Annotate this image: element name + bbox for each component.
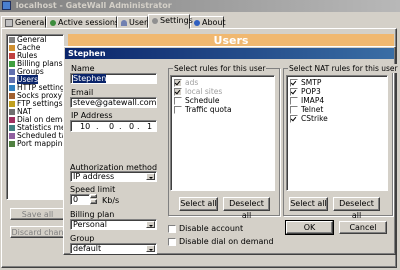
app-icon (2, 1, 11, 10)
rules-list[interactable]: ads local sites Schedule Traffic quota (170, 75, 275, 191)
email-label: Email (71, 88, 94, 97)
name-label: Name (71, 64, 95, 73)
billing-plan-select[interactable]: Personal (70, 219, 157, 230)
rules-group-title: Select rules for this user (173, 64, 267, 73)
save-all-button[interactable]: Save all (10, 208, 65, 220)
rules-select-all-button[interactable]: Select all (179, 197, 218, 211)
chevron-down-icon[interactable] (146, 173, 155, 180)
ftp-icon (9, 101, 15, 107)
billing-plan-label: Billing plan (70, 210, 115, 219)
ip-octet-1: 10 (80, 122, 91, 131)
rule-item[interactable]: Schedule (174, 96, 274, 105)
ip-address-field[interactable]: 10 . 0 . 0 . 1 (70, 120, 157, 132)
checkbox[interactable] (290, 88, 298, 96)
cache-icon (9, 45, 15, 51)
checkbox-box[interactable] (168, 224, 176, 233)
auth-method-select[interactable]: IP address (70, 171, 157, 182)
speed-unit: Kb/s (102, 196, 120, 205)
name-field[interactable]: Stephen (70, 73, 157, 84)
checkbox[interactable] (174, 97, 182, 105)
nat-deselect-all-button[interactable]: Deselect all (333, 197, 380, 220)
checkbox[interactable] (174, 79, 182, 87)
statistics-icon (9, 125, 15, 131)
dialog-title-bar[interactable]: Stephen (65, 48, 394, 59)
sessions-icon (50, 19, 56, 26)
spin-down-icon[interactable] (90, 199, 97, 204)
http-icon (9, 85, 15, 91)
settings-icon (152, 17, 158, 24)
tab-about[interactable]: About (190, 16, 226, 28)
general-icon (5, 18, 13, 27)
ip-separator: . (137, 122, 140, 131)
checkbox[interactable] (290, 115, 298, 123)
speed-limit-stepper[interactable]: 0 (70, 194, 90, 205)
about-icon (194, 19, 200, 26)
nat-icon (9, 109, 15, 115)
rules-deselect-all-button[interactable]: Deselect all (223, 197, 270, 220)
disable-account-checkbox[interactable]: Disable account (168, 224, 243, 233)
port-mapping-icon (9, 141, 15, 147)
disable-dial-checkbox[interactable]: Disable dial on demand (168, 237, 274, 246)
rules-icon (9, 53, 15, 59)
ok-button[interactable]: OK (285, 220, 334, 235)
ip-octet-4: 1 (147, 122, 153, 131)
main-window-title: localhost - GateWall Administrator (15, 1, 172, 10)
spin-up-icon[interactable] (90, 194, 97, 198)
settings-tree[interactable]: General Cache Rules Billing plans Groups User… (6, 34, 64, 200)
checkbox[interactable] (290, 79, 298, 87)
email-field[interactable]: steve@gatewall.com (70, 97, 157, 108)
dial-icon (9, 117, 15, 123)
rule-item[interactable]: Traffic quota (174, 105, 274, 114)
main-title-bar[interactable]: localhost - GateWall Administrator (0, 0, 400, 12)
ip-separator: . (96, 122, 99, 131)
rule-item[interactable]: local sites (174, 87, 274, 96)
scheduled-icon (9, 133, 15, 139)
chevron-down-icon[interactable] (146, 221, 155, 228)
nat-select-all-button[interactable]: Select all (289, 197, 328, 211)
groups-icon (9, 69, 15, 75)
tab-general[interactable]: General (1, 16, 47, 28)
checkbox[interactable] (174, 88, 182, 96)
nat-rule-item[interactable]: CStrike (290, 114, 387, 123)
tab-settings[interactable]: Settings (148, 14, 193, 29)
users-icon (9, 77, 15, 83)
ip-separator: . (119, 122, 122, 131)
tree-item[interactable]: Port mapping (9, 140, 63, 148)
nat-rule-item[interactable]: POP3 (290, 87, 387, 96)
cancel-button[interactable]: Cancel (339, 221, 387, 234)
nat-rule-item[interactable]: Telnet (290, 105, 387, 114)
chevron-down-icon[interactable] (146, 245, 155, 252)
tab-users[interactable]: Users (117, 16, 151, 28)
nat-group-title: Select NAT rules for this user (288, 64, 399, 73)
checkbox[interactable] (174, 106, 182, 114)
group-label: Group (70, 234, 95, 243)
rule-item[interactable]: ads (174, 78, 274, 87)
users-icon (121, 19, 127, 26)
ip-octet-2: 0 (109, 122, 115, 131)
general-icon (9, 37, 15, 43)
checkbox[interactable] (290, 97, 298, 105)
checkbox-box[interactable] (168, 237, 176, 246)
nat-rules-list[interactable]: SMTP POP3 IMAP4 Telnet CStrike (286, 75, 388, 191)
discard-changes-button[interactable]: Discard chan (10, 226, 65, 238)
nat-rule-item[interactable]: SMTP (290, 78, 387, 87)
ip-octet-3: 0 (129, 122, 135, 131)
tab-active-sessions[interactable]: Active sessions (46, 16, 119, 28)
nat-rule-item[interactable]: IMAP4 (290, 96, 387, 105)
checkbox[interactable] (290, 106, 298, 114)
billing-icon (9, 61, 15, 67)
socks-icon (9, 93, 15, 99)
speed-spin-buttons[interactable] (90, 194, 97, 205)
ip-address-label: IP Address (71, 111, 113, 120)
speed-limit-label: Speed limit (70, 185, 116, 194)
group-select[interactable]: default (70, 243, 157, 254)
